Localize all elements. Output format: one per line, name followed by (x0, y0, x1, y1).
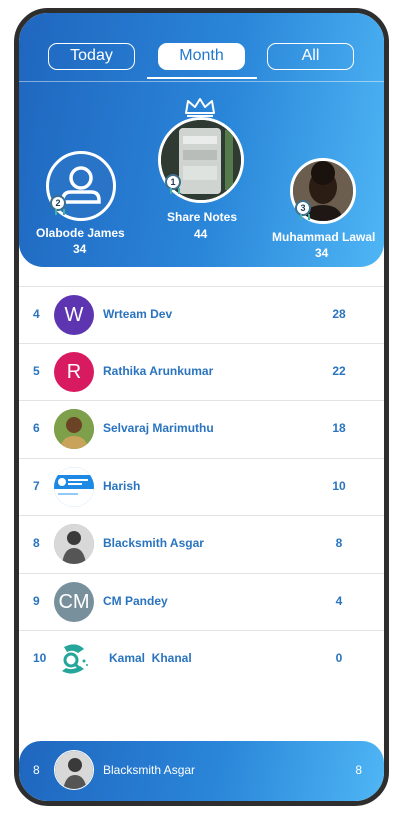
current-user-name: Blacksmith Asgar (103, 763, 196, 777)
podium-name: Olabode James (36, 226, 125, 240)
user-score: 8 (335, 536, 343, 550)
current-user-score: 8 (355, 763, 362, 777)
list-item[interactable]: 9 CM CM Pandey 4 (19, 574, 384, 631)
current-user-bar[interactable]: 8 Blacksmith Asgar 8 (19, 741, 384, 801)
user-score: 22 (332, 363, 346, 378)
rank-medal-icon: 1 (165, 174, 181, 194)
profile-photo (54, 409, 94, 449)
user-name: Kamal Khanal (109, 651, 192, 665)
user-score: 4 (335, 593, 343, 608)
podium-third[interactable]: 3 Muhammad Lawal 34 (259, 13, 384, 267)
profile-photo (54, 524, 94, 564)
podium-score: 34 (315, 246, 329, 260)
list-item[interactable]: 6 Selvaraj Marimuthu 18 (19, 401, 384, 459)
podium-name: Share Notes (167, 210, 238, 224)
podium-second[interactable]: 2 Olabode James 34 (19, 13, 149, 267)
podium-name: Muhammad Lawal (272, 230, 376, 244)
avatar (54, 639, 94, 679)
user-score: 18 (332, 421, 346, 435)
avatar (54, 409, 94, 449)
rank-number: 10 (33, 651, 47, 665)
user-name: Blacksmith Asgar (103, 536, 204, 550)
avatar (54, 466, 94, 507)
rank-medal-icon: 2 (50, 195, 66, 215)
user-name: CM Pandey (103, 593, 168, 608)
user-score: 0 (335, 651, 343, 665)
list-item[interactable]: 8 Blacksmith Asgar 8 (19, 516, 384, 574)
avatar (54, 524, 94, 564)
quiz-logo-icon (62, 644, 88, 674)
user-name: Wrteam Dev (103, 307, 173, 321)
current-user-rank: 8 (33, 763, 40, 777)
rank-number: 9 (33, 593, 40, 608)
list-item[interactable]: 4 W Wrteam Dev 28 (19, 286, 384, 344)
rank-medal-icon: 3 (295, 200, 311, 220)
profile-photo (54, 466, 94, 507)
list-item[interactable]: 7 Harish 10 (19, 459, 384, 516)
rank-number: 5 (33, 363, 40, 378)
podium-first[interactable]: 1 Share Notes 44 (139, 13, 269, 267)
profile-photo (55, 751, 93, 789)
rank-number: 8 (33, 536, 40, 550)
user-name: Selvaraj Marimuthu (103, 421, 214, 435)
crown-icon (185, 98, 215, 117)
avatar: CM (54, 581, 94, 622)
list-item[interactable]: 10 Kamal Khanal 0 (19, 631, 384, 689)
avatar: W (54, 295, 94, 335)
leaderboard-list: 4 W Wrteam Dev 28 5 R Rathika Arunkumar … (19, 286, 384, 689)
phone-frame: Today Month All 2 Olabode James 34 1 Sha… (14, 8, 389, 806)
podium-score: 34 (73, 242, 87, 256)
user-score: 10 (332, 478, 346, 493)
podium-score: 44 (194, 227, 208, 241)
leaderboard-header: Today Month All 2 Olabode James 34 1 Sha… (19, 13, 384, 267)
rank-number: 6 (33, 421, 40, 435)
list-item[interactable]: 5 R Rathika Arunkumar 22 (19, 344, 384, 401)
user-name: Rathika Arunkumar (103, 363, 214, 378)
user-score: 28 (332, 307, 346, 321)
user-name: Harish (103, 478, 141, 493)
rank-number: 4 (33, 307, 40, 321)
rank-number: 7 (33, 478, 40, 493)
current-user-avatar (54, 750, 94, 790)
avatar: R (54, 351, 94, 392)
